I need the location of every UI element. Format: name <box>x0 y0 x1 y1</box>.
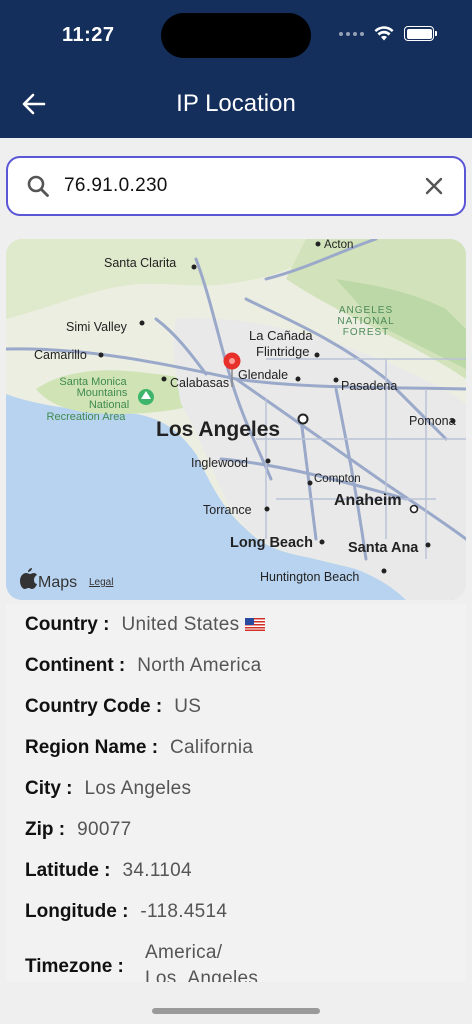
status-time: 11:27 <box>62 24 115 46</box>
continent-label: Continent : <box>25 655 126 676</box>
map-label-forest-2: NATIONAL <box>337 316 394 327</box>
svg-text:Maps: Maps <box>38 574 77 591</box>
region-value: California <box>170 737 254 758</box>
close-icon <box>425 177 443 195</box>
longitude-value: -118.4514 <box>140 901 228 922</box>
map-label-anaheim: Anaheim <box>334 492 402 509</box>
map-label-forest-3: FOREST <box>343 327 390 338</box>
cellular-signal-icon <box>339 31 364 36</box>
legal-link[interactable]: Legal <box>89 577 113 588</box>
country-row: Country : United States <box>25 614 266 636</box>
map-label-la-canada: La Cañada <box>249 328 313 343</box>
map-label-long-beach: Long Beach <box>230 535 313 551</box>
map-label-inglewood: Inglewood <box>191 456 248 470</box>
country-value: United States <box>121 614 266 636</box>
wifi-icon <box>374 26 394 41</box>
latitude-row: Latitude : 34.1104 <box>25 860 192 882</box>
map-label-pasadena: Pasadena <box>341 379 397 393</box>
zip-label: Zip : <box>25 819 66 840</box>
region-label: Region Name : <box>25 737 159 758</box>
latitude-label: Latitude : <box>25 860 111 881</box>
ip-search-input[interactable] <box>64 175 420 197</box>
longitude-label: Longitude : <box>25 901 129 922</box>
clear-button[interactable] <box>420 172 448 200</box>
latitude-value: 34.1104 <box>122 860 192 881</box>
park-icon <box>138 389 154 405</box>
zip-value: 90077 <box>77 819 132 840</box>
city-label: City : <box>25 778 73 799</box>
map-label-flintridge: Flintridge <box>256 344 309 359</box>
ip-details: Country : United States Continent : Nort… <box>6 604 466 982</box>
continent-row: Continent : North America <box>25 655 262 677</box>
map-label-santa-monica-3: National <box>89 399 129 411</box>
map-label-calabasas: Calabasas <box>170 376 229 390</box>
region-row: Region Name : California <box>25 737 253 759</box>
continent-value: North America <box>137 655 262 676</box>
country-label: Country : <box>25 614 110 635</box>
country-code-value: US <box>174 696 202 717</box>
city-value: Los Angeles <box>84 778 192 799</box>
longitude-row: Longitude : -118.4514 <box>25 901 227 923</box>
timezone-value: America/ Los_Angeles <box>145 942 259 982</box>
timezone-label: Timezone : <box>25 956 124 977</box>
map-label-torrance: Torrance <box>203 503 252 517</box>
map-label-santa-ana: Santa Ana <box>348 540 419 556</box>
ip-search-field[interactable] <box>6 156 466 216</box>
map-label-glendale: Glendale <box>238 368 288 382</box>
map-label-forest-1: ANGELES <box>339 305 393 316</box>
city-row: City : Los Angeles <box>25 778 191 800</box>
country-code-row: Country Code : US <box>25 696 201 718</box>
dynamic-island <box>161 13 311 58</box>
map-label-compton: Compton <box>314 473 361 485</box>
map-label-santa-monica-4: Recreation Area <box>47 411 127 423</box>
battery-icon <box>404 26 437 41</box>
map-label-santa-clarita: Santa Clarita <box>104 256 176 270</box>
search-icon <box>27 175 49 197</box>
status-icons <box>339 26 437 41</box>
timezone-row: Timezone : <box>25 956 124 978</box>
page-title: IP Location <box>176 90 296 117</box>
us-flag-icon <box>245 618 266 632</box>
zip-row: Zip : 90077 <box>25 819 131 841</box>
app-header: 11:27 IP Location <box>0 0 472 138</box>
home-indicator[interactable] <box>152 1008 320 1014</box>
map-label-camarillo: Camarillo <box>34 348 87 362</box>
map-label-huntington-beach: Huntington Beach <box>260 570 359 584</box>
map-label-acton: Acton <box>324 239 353 251</box>
map-label-los-angeles: Los Angeles <box>156 418 280 441</box>
country-code-label: Country Code : <box>25 696 163 717</box>
map-label-pomona: Pomona <box>409 414 456 428</box>
location-map[interactable]: Acton Santa Clarita Simi Valley Camarill… <box>6 239 466 600</box>
map-label-santa-monica-2: Mountains <box>77 387 128 399</box>
map-label-simi-valley: Simi Valley <box>66 320 128 334</box>
